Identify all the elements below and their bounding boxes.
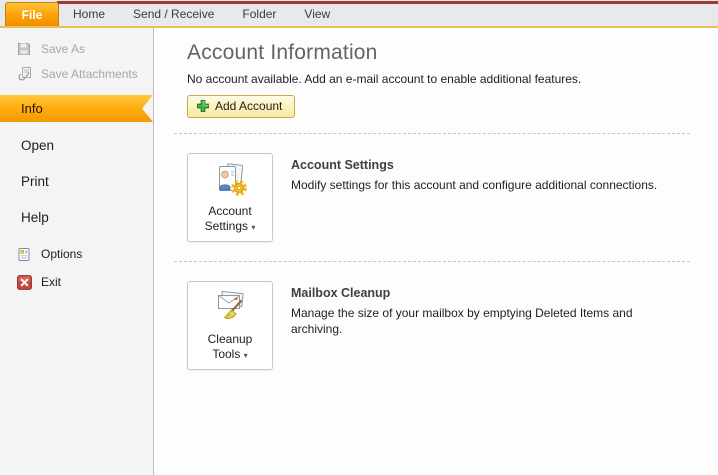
ribbon-tab-bar: File Home Send / Receive Folder View <box>0 0 718 28</box>
save-as-icon <box>16 41 32 57</box>
tab-home[interactable]: Home <box>59 3 119 26</box>
dropdown-arrow-icon: ▾ <box>243 351 248 360</box>
add-account-label: Add Account <box>215 99 283 113</box>
backstage-sidebar: Save As Save Attachments Info Open Print… <box>0 28 154 475</box>
section-text: Mailbox Cleanup Manage the size of your … <box>291 281 633 370</box>
section-heading: Mailbox Cleanup <box>291 286 391 300</box>
sidebar-item-print[interactable]: Print <box>0 164 153 200</box>
account-settings-section: Account Settings ▾ Account Settings Modi… <box>187 153 690 242</box>
backstage-main-panel: Account Information No account available… <box>154 28 718 475</box>
sidebar-item-label: Save Attachments <box>41 66 138 81</box>
section-separator <box>174 261 690 262</box>
big-button-label: Cleanup Tools ▾ <box>207 332 253 361</box>
account-settings-icon <box>210 160 250 202</box>
sidebar-item-label: Options <box>41 247 83 261</box>
sidebar-nav-group: Open Print Help <box>0 128 153 236</box>
outlook-backstage-window: File Home Send / Receive Folder View Sav… <box>0 0 718 475</box>
tab-view[interactable]: View <box>290 3 344 26</box>
add-account-button[interactable]: Add Account <box>187 95 296 118</box>
section-separator <box>174 133 690 134</box>
sidebar-item-open[interactable]: Open <box>0 128 153 164</box>
page-title: Account Information <box>187 41 378 64</box>
big-button-label: Account Settings ▾ <box>204 204 256 233</box>
section-text: Account Settings Modify settings for thi… <box>291 153 657 242</box>
cleanup-tools-button[interactable]: Cleanup Tools ▾ <box>187 281 273 370</box>
sidebar-item-help[interactable]: Help <box>0 200 153 236</box>
sidebar-footer-group: Options Exit <box>0 240 153 296</box>
section-heading: Account Settings <box>291 158 394 172</box>
cleanup-tools-icon <box>210 288 250 330</box>
dropdown-arrow-icon: ▾ <box>251 223 256 232</box>
mailbox-cleanup-section: Cleanup Tools ▾ Mailbox Cleanup Manage t… <box>187 281 690 370</box>
sidebar-item-save-as[interactable]: Save As <box>0 36 153 61</box>
sidebar-item-info[interactable]: Info <box>0 95 153 122</box>
tab-send-receive[interactable]: Send / Receive <box>119 3 228 26</box>
sidebar-item-save-attachments[interactable]: Save Attachments <box>0 61 153 86</box>
exit-icon <box>16 274 32 290</box>
add-plus-icon <box>196 99 210 113</box>
tab-file[interactable]: File <box>5 2 59 26</box>
section-description: Manage the size of your mailbox by empty… <box>291 306 633 337</box>
section-description: Modify settings for this account and con… <box>291 178 658 192</box>
save-attachments-icon <box>16 66 32 82</box>
page-subtitle: No account available. Add an e-mail acco… <box>187 72 582 86</box>
account-settings-button[interactable]: Account Settings ▾ <box>187 153 273 242</box>
sidebar-item-label: Info <box>21 101 43 116</box>
sidebar-item-label: Save As <box>41 41 86 56</box>
window-accent-line <box>57 1 718 4</box>
sidebar-item-exit[interactable]: Exit <box>0 268 153 296</box>
sidebar-item-label: Exit <box>41 275 62 289</box>
tab-folder[interactable]: Folder <box>228 3 290 26</box>
sidebar-item-options[interactable]: Options <box>0 240 153 268</box>
options-icon <box>16 246 32 262</box>
